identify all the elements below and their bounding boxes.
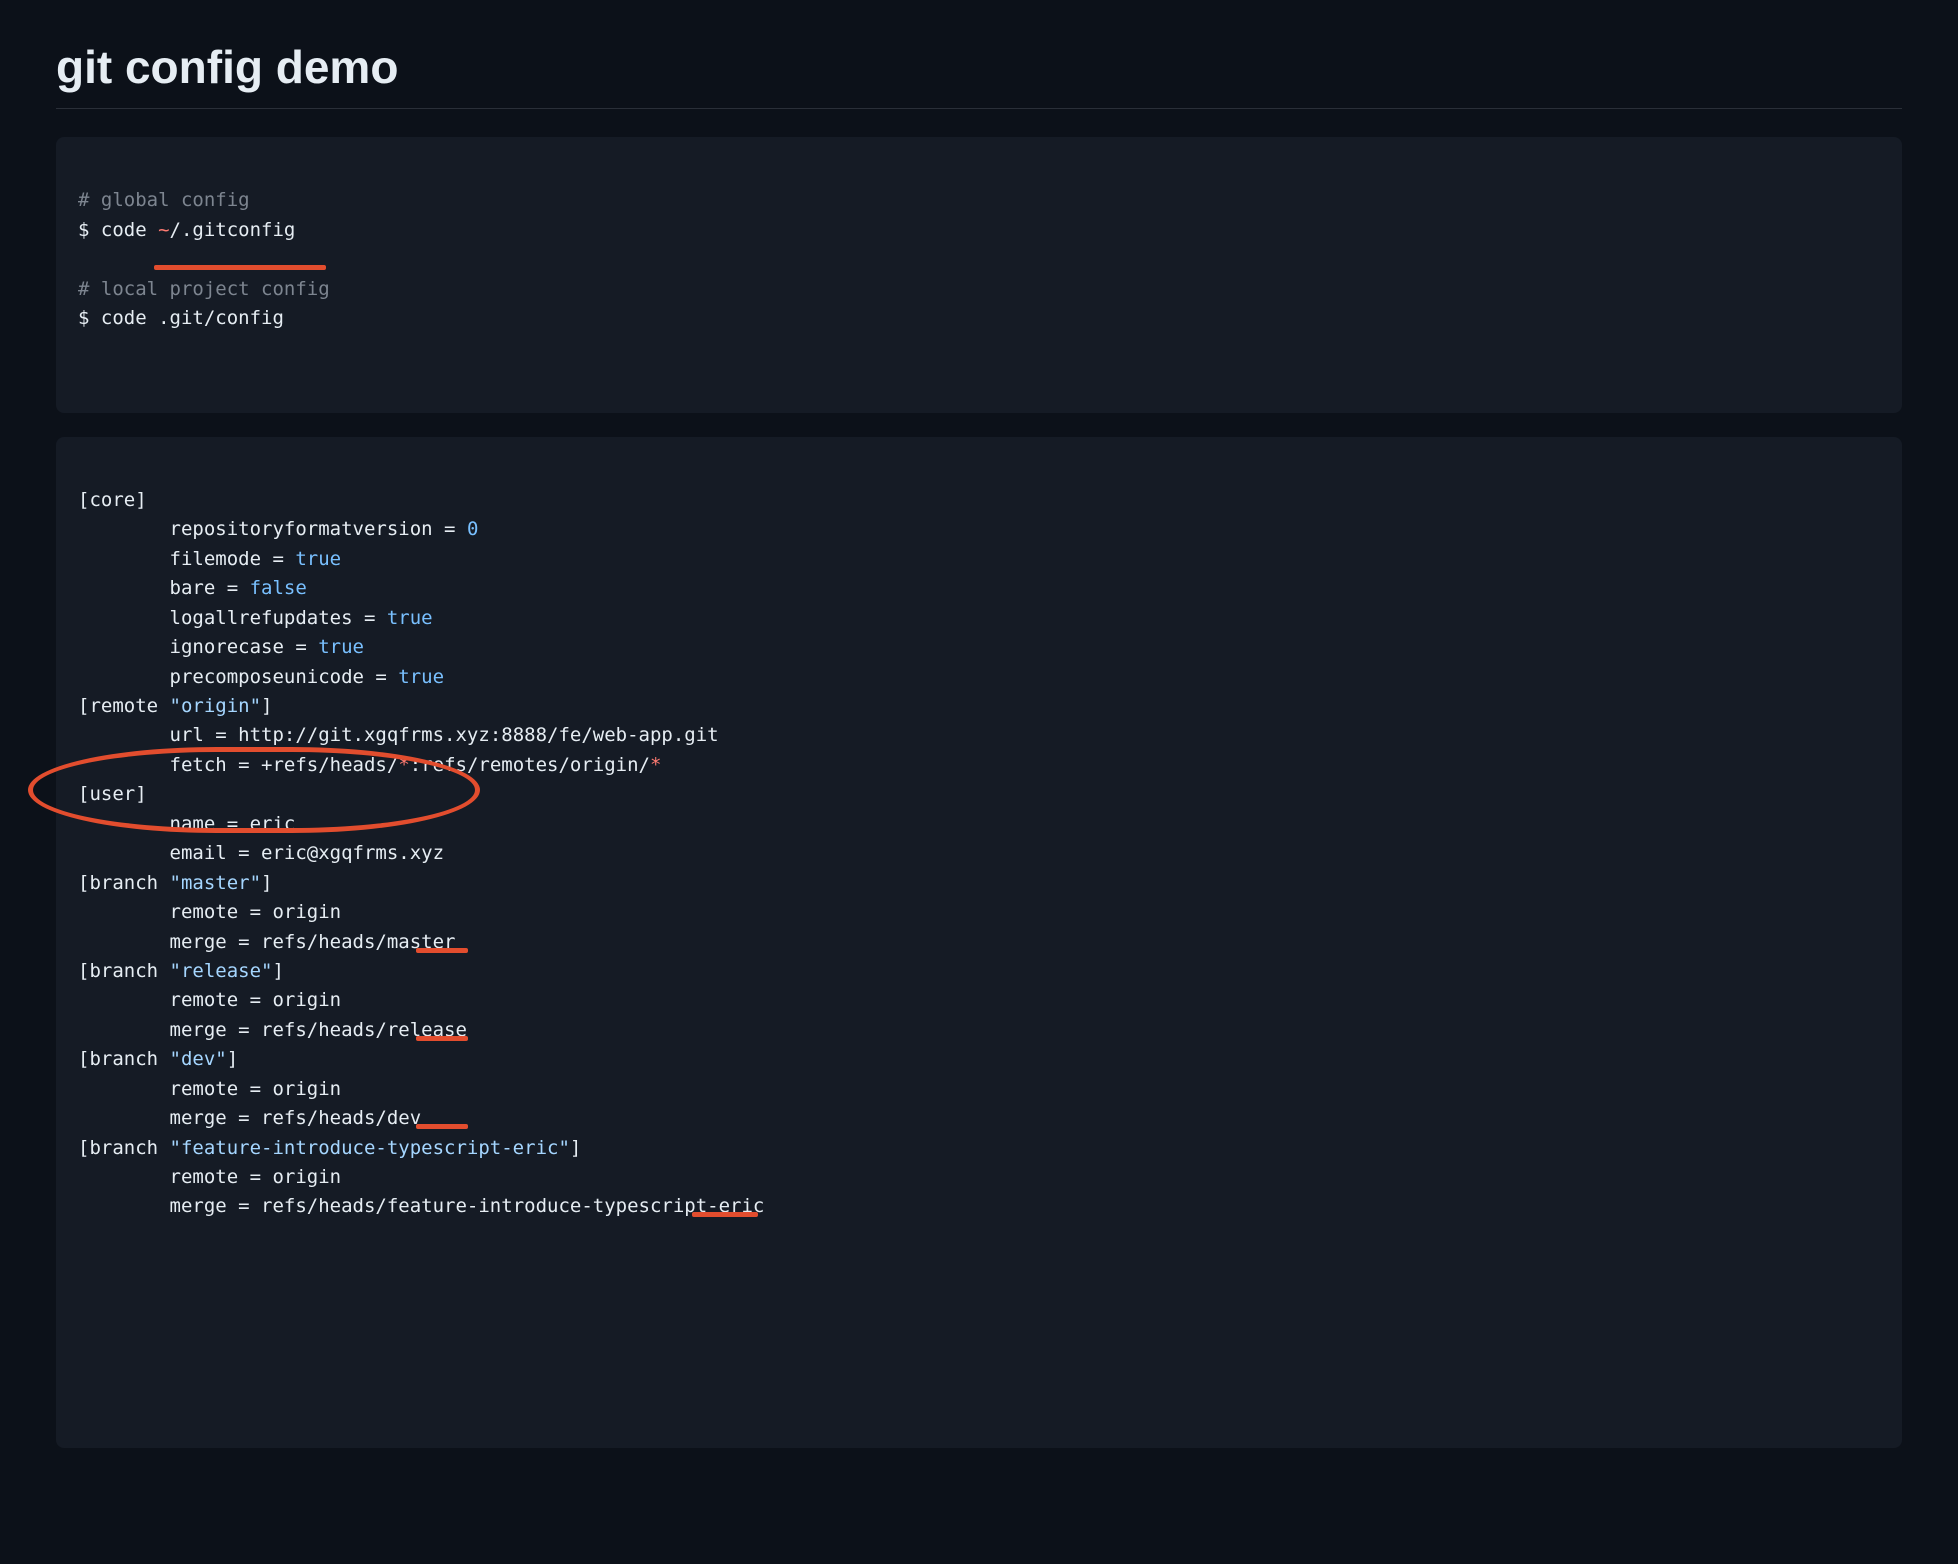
core-filemode-key: filemode =	[170, 548, 296, 570]
user-name-key: name =	[170, 813, 250, 835]
branch-dev-merge-val: refs/heads/dev	[261, 1107, 421, 1129]
branch-feat-remote: remote = origin	[170, 1166, 342, 1188]
core-logallref-val: true	[387, 607, 433, 629]
user-email-key: email =	[170, 842, 262, 864]
branch-dev-remote: remote = origin	[170, 1078, 342, 1100]
branch-release-pre: [branch	[78, 960, 170, 982]
branch-dev-merge-key: merge =	[170, 1107, 262, 1129]
branch-release-merge-key: merge =	[170, 1019, 262, 1041]
remote-fetch-mid: :refs/remotes/origin/	[410, 754, 650, 776]
core-bare-key: bare =	[170, 577, 250, 599]
branch-master-merge-key: merge =	[170, 931, 262, 953]
core-precompose-key: precomposeunicode =	[170, 666, 399, 688]
branch-release-merge-val: refs/heads/release	[261, 1019, 467, 1041]
branch-release-remote: remote = origin	[170, 989, 342, 1011]
user-header: [user]	[78, 783, 147, 805]
branch-master-pre: [branch	[78, 872, 170, 894]
branch-dev-pre: [branch	[78, 1048, 170, 1070]
branch-feat-name: "feature-introduce-typescript-eric"	[170, 1137, 570, 1159]
remote-url-key: url =	[170, 724, 239, 746]
annotation-underline-dev	[416, 1124, 468, 1129]
cmd-local-path: .git/config	[158, 307, 284, 329]
page-title: git config demo	[56, 40, 1902, 109]
cmd-global-path: /.gitconfig	[170, 219, 296, 241]
branch-feat-post: ]	[570, 1137, 581, 1159]
branch-feat-merge-key: merge =	[170, 1195, 262, 1217]
remote-url-val: http://git.xgqfrms.xyz:8888/fe/web-app.g…	[238, 724, 718, 746]
core-repoformat-key: repositoryformatversion =	[170, 518, 467, 540]
remote-header-name: "origin"	[170, 695, 262, 717]
document-page: git config demo # global config $ code ~…	[0, 0, 1958, 1552]
core-ignorecase-val: true	[318, 636, 364, 658]
branch-master-name: "master"	[170, 872, 262, 894]
user-name-val: eric	[250, 813, 296, 835]
remote-fetch-star1: *	[398, 754, 409, 776]
branch-dev-post: ]	[227, 1048, 238, 1070]
annotation-underline-local	[154, 265, 326, 270]
remote-fetch-key: fetch =	[170, 754, 262, 776]
comment-local: # local project config	[78, 278, 330, 300]
core-precompose-val: true	[398, 666, 444, 688]
core-logallref-key: logallrefupdates =	[170, 607, 387, 629]
branch-master-post: ]	[261, 872, 272, 894]
comment-global: # global config	[78, 189, 250, 211]
remote-fetch-star2: *	[650, 754, 661, 776]
branch-feat-merge-val: refs/heads/feature-introduce-typescript-…	[261, 1195, 764, 1217]
codeblock-shell: # global config $ code ~/.gitconfig # lo…	[56, 137, 1902, 413]
core-filemode-val: true	[295, 548, 341, 570]
core-repoformat-val: 0	[467, 518, 478, 540]
branch-master-merge-val: refs/heads/master	[261, 931, 455, 953]
branch-feat-pre: [branch	[78, 1137, 170, 1159]
branch-release-post: ]	[272, 960, 283, 982]
core-bare-val: false	[250, 577, 307, 599]
core-ignorecase-key: ignorecase =	[170, 636, 319, 658]
branch-master-remote: remote = origin	[170, 901, 342, 923]
core-header: [core]	[78, 489, 147, 511]
tilde-op: ~	[158, 219, 169, 241]
remote-fetch-pre: +refs/heads/	[261, 754, 398, 776]
branch-dev-name: "dev"	[170, 1048, 227, 1070]
branch-release-name: "release"	[170, 960, 273, 982]
cmd-local-prefix: $ code	[78, 307, 158, 329]
codeblock-gitconfig: [core] repositoryformatversion = 0 filem…	[56, 437, 1902, 1448]
cmd-global-prefix: $ code	[78, 219, 158, 241]
remote-header-post: ]	[261, 695, 272, 717]
user-email-val: eric@xgqfrms.xyz	[261, 842, 444, 864]
remote-header-pre: [remote	[78, 695, 170, 717]
